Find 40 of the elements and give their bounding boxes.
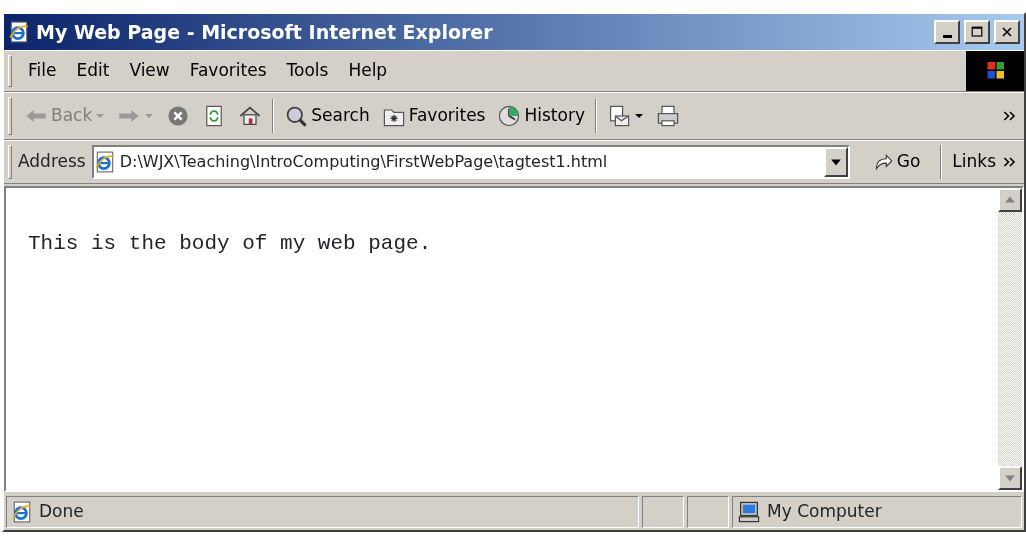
menu-item[interactable]: View	[119, 56, 180, 86]
go-button[interactable]: Go	[865, 147, 927, 177]
caret-icon	[144, 111, 155, 121]
vertical-scrollbar[interactable]	[998, 188, 1022, 490]
page-body-text: This is the body of my web page.	[27, 231, 433, 257]
address-field[interactable]: D:\WJX\Teaching\IntroComputing\FirstWebPage\tagtest1.html	[91, 145, 850, 179]
status-pane	[687, 496, 729, 528]
computer-icon	[737, 500, 761, 524]
caret-icon	[633, 111, 644, 121]
status-pane	[642, 496, 684, 528]
zone-text: My Computer	[767, 500, 882, 524]
dropdown-button[interactable]	[823, 147, 848, 177]
menu-item[interactable]: Help	[338, 56, 398, 86]
minimize-icon	[942, 34, 952, 38]
maximize-button[interactable]	[964, 20, 990, 44]
close-button[interactable]	[994, 20, 1020, 44]
window-title: My Web Page - Microsoft Internet Explorer	[36, 19, 494, 45]
search-button[interactable]: Search	[278, 101, 376, 131]
page-icon	[11, 501, 33, 523]
search-icon	[284, 104, 309, 128]
caret-icon	[95, 111, 106, 121]
menu-item[interactable]: Tools	[276, 56, 339, 86]
status-text: Done	[39, 500, 84, 524]
favorites-button[interactable]: Favorites	[375, 101, 492, 131]
ie-icon	[93, 151, 116, 173]
history-button[interactable]: History	[491, 101, 591, 131]
ie-icon	[8, 21, 30, 43]
scroll-down-button[interactable]	[998, 466, 1022, 490]
address-label: Address	[18, 150, 86, 174]
menu-item[interactable]: File	[18, 56, 67, 86]
windows-logo-icon	[966, 51, 1024, 91]
clock-icon	[497, 104, 522, 128]
house-icon	[238, 104, 263, 128]
printer-icon	[655, 104, 680, 128]
scroll-up-button[interactable]	[998, 188, 1022, 212]
maximize-icon	[969, 24, 985, 40]
menu-item[interactable]: Edit	[66, 56, 120, 86]
links-button[interactable]: Links	[946, 147, 1002, 177]
minimize-button[interactable]	[934, 20, 960, 44]
menu-item[interactable]: Favorites	[179, 56, 277, 86]
